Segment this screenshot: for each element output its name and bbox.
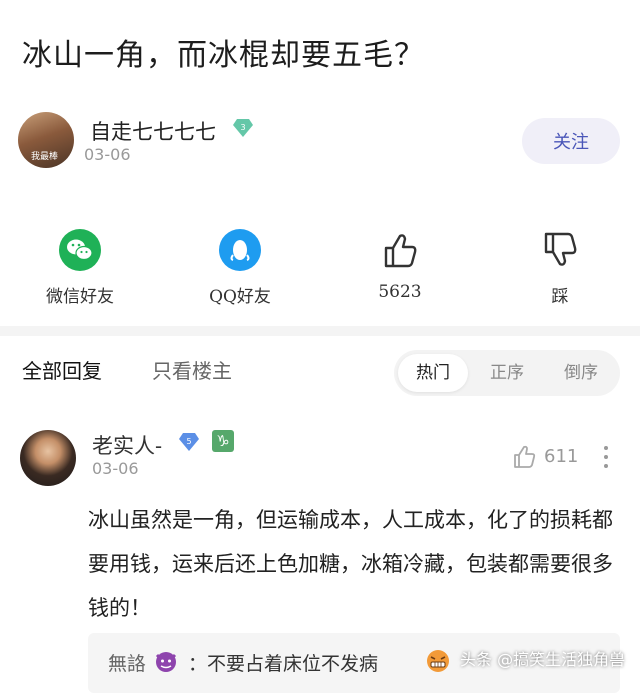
follow-button[interactable]: 关注 [522, 118, 620, 164]
commenter-name[interactable]: 老实人- [92, 430, 162, 460]
sort-desc-option[interactable]: 倒序 [546, 354, 616, 392]
tab-all-replies[interactable]: 全部回复 [22, 355, 102, 384]
devil-emoji-icon [155, 652, 177, 672]
share-qq-button[interactable]: QQ好友 [180, 228, 300, 307]
share-wechat-label: 微信好友 [46, 287, 114, 307]
commenter-level: 5 [186, 437, 191, 446]
commenter-avatar[interactable] [20, 430, 76, 486]
comment-like-count: 611 [544, 446, 579, 467]
level-badge-icon: 3 [233, 119, 253, 137]
share-qq-label: QQ好友 [209, 287, 271, 307]
sub-reply-text: ：不要占着床位不发病 [188, 653, 379, 675]
author-avatar[interactable]: 我最棒 [18, 112, 74, 168]
wechat-icon [59, 229, 101, 271]
qq-icon [219, 229, 261, 271]
author-name[interactable]: 自走七七七七 [90, 116, 216, 146]
more-icon[interactable] [596, 444, 616, 470]
dislike-button[interactable]: 踩 [500, 228, 620, 307]
sort-hot-option[interactable]: 热门 [398, 354, 468, 392]
dislike-label: 踩 [551, 287, 569, 307]
angry-emoji-icon [427, 650, 449, 672]
watermark: 头条 @搞笑生活独角兽 [460, 650, 626, 669]
author-level: 3 [240, 123, 245, 132]
post-title: 冰山一角，而冰棍却要五毛？ [22, 38, 425, 73]
author-date: 03-06 [84, 145, 131, 164]
section-divider [0, 326, 640, 336]
tab-owner-only[interactable]: 只看楼主 [152, 355, 232, 384]
zodiac-badge-icon: ♑ [212, 430, 234, 452]
thumbs-up-icon [384, 234, 417, 268]
comment-date: 03-06 [92, 459, 139, 478]
like-button[interactable]: 5623 [340, 228, 460, 302]
sort-asc-option[interactable]: 正序 [472, 354, 542, 392]
sort-toggle: 热门 正序 倒序 [394, 350, 620, 396]
share-wechat-button[interactable]: 微信好友 [20, 228, 140, 307]
avatar-caption: 我最棒 [31, 152, 59, 162]
commenter-level-icon: 5 [179, 433, 199, 451]
comment-text: 冰山虽然是一角，但运输成本，人工成本，化了的损耗都要用钱，运来后还上色加糖，冰箱… [88, 508, 613, 620]
like-count: 5623 [378, 282, 422, 302]
sub-reply-name[interactable]: 無詻 [108, 649, 146, 676]
comment-like-icon[interactable] [512, 444, 538, 470]
thumbs-down-icon [544, 232, 577, 266]
